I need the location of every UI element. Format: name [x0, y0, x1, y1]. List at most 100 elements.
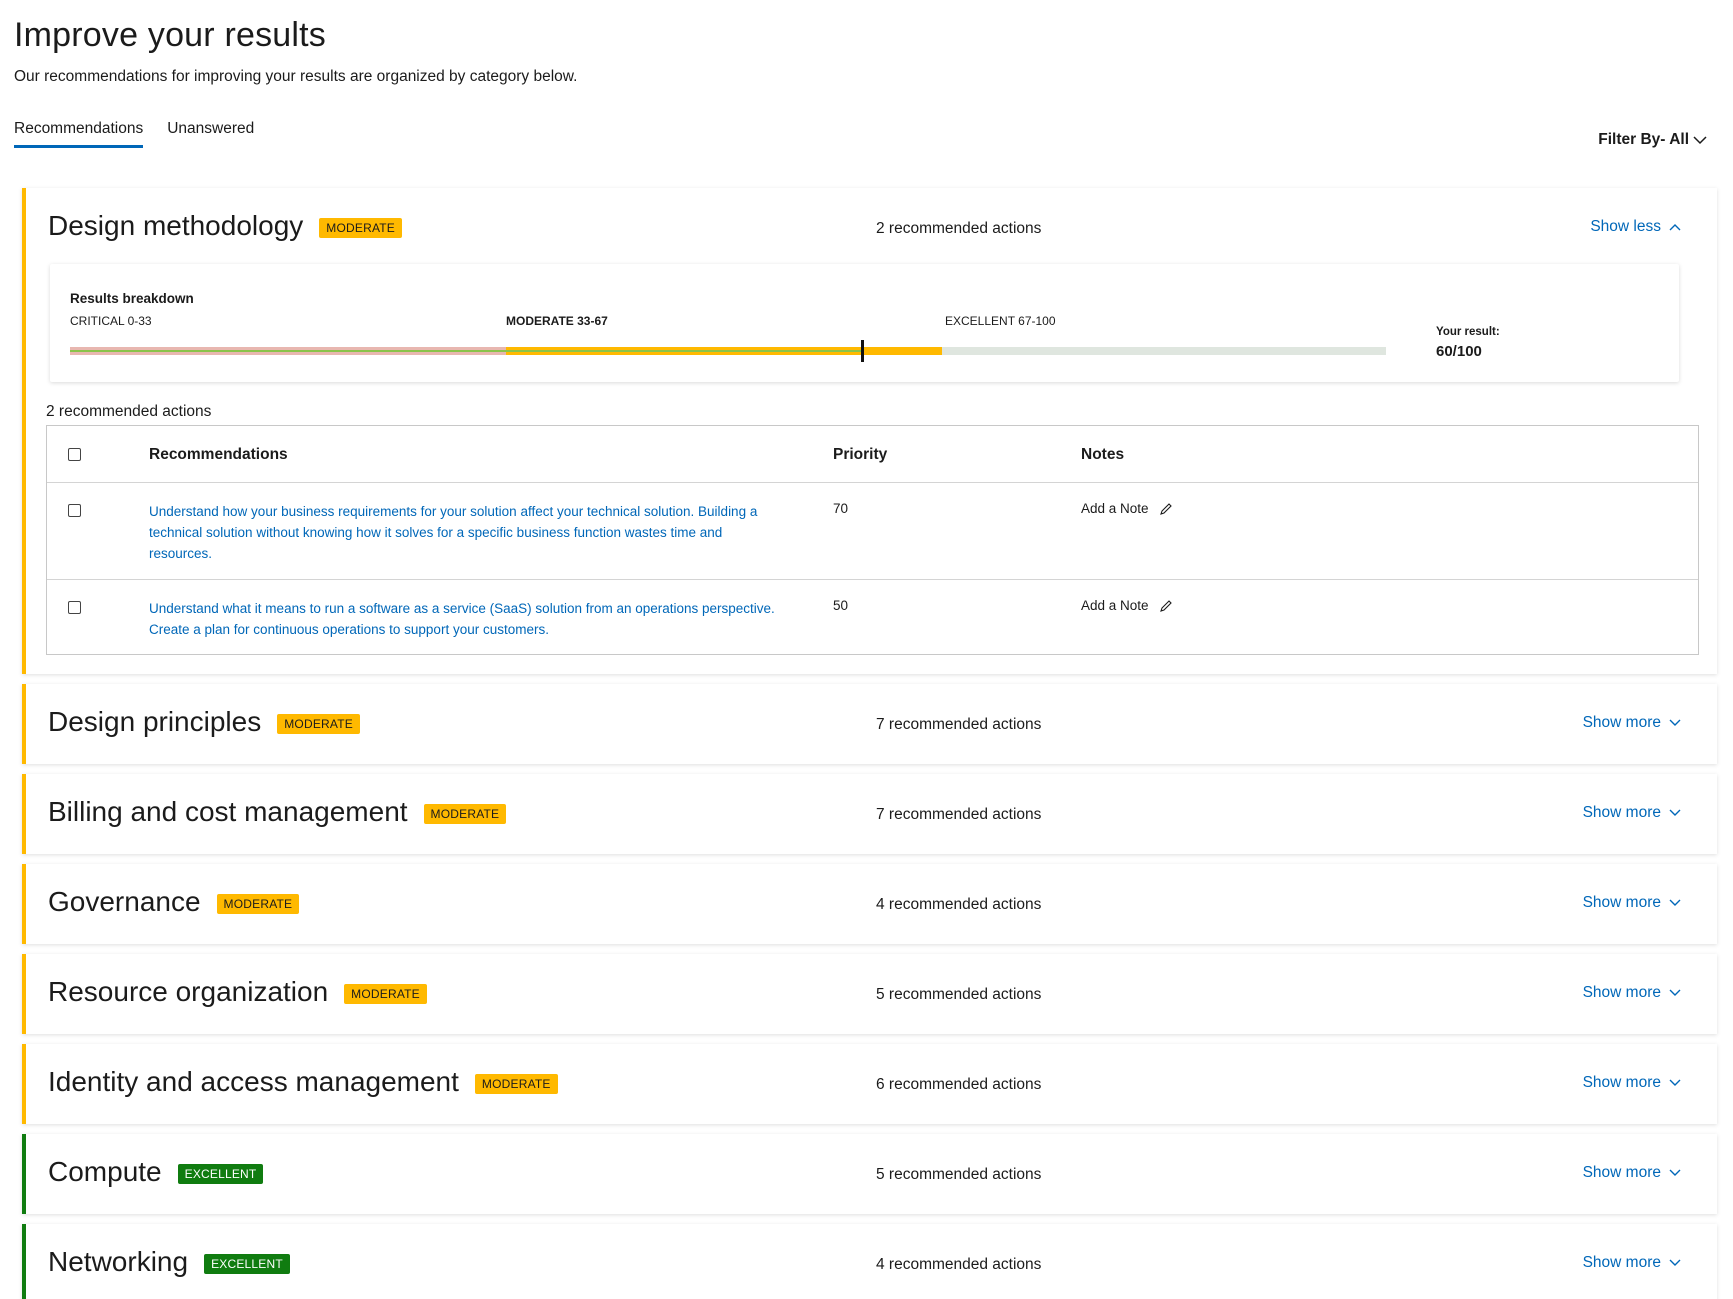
- category-card-resource-organization: Resource organization MODERATE 5 recomme…: [22, 954, 1717, 1034]
- category-title: Governance MODERATE: [48, 886, 300, 918]
- show-more-button[interactable]: Show more: [1583, 894, 1681, 912]
- show-more-button[interactable]: Show more: [1583, 1074, 1681, 1092]
- page-subtitle: Our recommendations for improving your r…: [14, 68, 578, 85]
- recommended-actions-count: 5 recommended actions: [876, 986, 1042, 1003]
- chevron-down-icon: [1669, 1259, 1681, 1266]
- status-badge: MODERATE: [277, 714, 360, 734]
- chevron-down-icon: [1669, 899, 1681, 906]
- status-badge: MODERATE: [216, 894, 300, 914]
- score-bar-critical-progress: [70, 350, 506, 352]
- score-bar-excellent-segment: [942, 347, 1386, 355]
- score-bar-moderate-progress: [506, 350, 862, 352]
- column-header-recommendations: Recommendations: [149, 446, 288, 463]
- status-badge: MODERATE: [319, 218, 402, 238]
- category-title: Design principles MODERATE: [48, 706, 360, 738]
- category-card-design-principles: Design principles MODERATE 7 recommended…: [22, 684, 1717, 764]
- toggle-label: Show less: [1590, 218, 1661, 235]
- category-card-identity-access: Identity and access management MODERATE …: [22, 1044, 1717, 1124]
- table-header-row: Recommendations Priority Notes: [47, 426, 1698, 483]
- chevron-down-icon: [1693, 136, 1707, 145]
- chevron-down-icon: [1669, 719, 1681, 726]
- table-row: Understand what it means to run a softwa…: [47, 580, 1698, 654]
- table-row: Understand how your business requirement…: [47, 483, 1698, 580]
- category-header: Governance MODERATE 4 recommended action…: [26, 864, 1717, 944]
- status-badge: MODERATE: [423, 804, 507, 824]
- recommended-actions-count: 2 recommended actions: [876, 220, 1042, 237]
- range-moderate-label: MODERATE 33-67: [506, 314, 608, 328]
- breakdown-title: Results breakdown: [70, 291, 194, 306]
- tab-recommendations[interactable]: Recommendations: [14, 120, 144, 148]
- priority-value: 70: [833, 501, 849, 516]
- toggle-label: Show more: [1582, 1164, 1661, 1181]
- toggle-label: Show more: [1582, 804, 1661, 821]
- add-note-label: Add a Note: [1081, 598, 1149, 613]
- show-more-button[interactable]: Show more: [1583, 1164, 1681, 1182]
- select-all-checkbox[interactable]: [68, 448, 81, 461]
- category-title: Design methodology MODERATE: [48, 210, 402, 242]
- add-note-label: Add a Note: [1081, 501, 1149, 516]
- column-header-priority: Priority: [833, 446, 888, 463]
- your-result-label: Your result:: [1436, 326, 1500, 338]
- column-header-notes: Notes: [1081, 446, 1125, 463]
- tab-unanswered[interactable]: Unanswered: [167, 120, 254, 148]
- filter-dropdown[interactable]: Filter By- All: [1598, 131, 1707, 149]
- row-checkbox[interactable]: [68, 601, 81, 614]
- category-header: Resource organization MODERATE 5 recomme…: [26, 954, 1717, 1034]
- recommended-actions-count: 7 recommended actions: [876, 716, 1042, 733]
- chevron-up-icon: [1669, 224, 1681, 231]
- recommended-actions-count: 6 recommended actions: [876, 1076, 1042, 1093]
- recommendation-link[interactable]: Understand how your business requirement…: [149, 501, 789, 564]
- score-marker: [861, 340, 864, 362]
- show-more-button[interactable]: Show more: [1583, 804, 1681, 822]
- chevron-down-icon: [1669, 809, 1681, 816]
- category-header: Identity and access management MODERATE …: [26, 1044, 1717, 1124]
- recommended-actions-count: 5 recommended actions: [876, 1166, 1042, 1183]
- category-card-compute: Compute EXCELLENT 5 recommended actions …: [22, 1134, 1717, 1214]
- range-excellent-label: EXCELLENT 67-100: [945, 314, 1056, 328]
- status-badge: EXCELLENT: [177, 1164, 264, 1184]
- show-less-button[interactable]: Show less: [1590, 218, 1681, 236]
- category-title: Billing and cost management MODERATE: [48, 796, 507, 828]
- your-result-value: 60/100: [1436, 343, 1482, 360]
- category-name: Billing and cost management: [48, 796, 408, 827]
- category-name: Networking: [48, 1246, 189, 1277]
- category-header: Networking EXCELLENT 4 recommended actio…: [26, 1224, 1717, 1299]
- recommendation-link[interactable]: Understand what it means to run a softwa…: [149, 598, 789, 640]
- category-name: Design principles: [48, 706, 262, 737]
- status-badge: MODERATE: [474, 1074, 558, 1094]
- filter-label: Filter By- All: [1598, 131, 1689, 148]
- score-bar: [70, 340, 1386, 362]
- pencil-icon: [1159, 599, 1172, 612]
- chevron-down-icon: [1669, 1169, 1681, 1176]
- recommended-actions-count: 7 recommended actions: [876, 806, 1042, 823]
- recommended-actions-count: 4 recommended actions: [876, 896, 1042, 913]
- category-name: Resource organization: [48, 976, 329, 1007]
- category-name: Design methodology: [48, 210, 304, 241]
- category-header: Design principles MODERATE 7 recommended…: [26, 684, 1717, 764]
- category-header: Compute EXCELLENT 5 recommended actions …: [26, 1134, 1717, 1214]
- category-header: Design methodology MODERATE 2 recommende…: [26, 188, 1717, 268]
- tab-bar: Recommendations Unanswered: [14, 120, 254, 148]
- range-critical-label: CRITICAL 0-33: [70, 314, 152, 328]
- chevron-down-icon: [1669, 1079, 1681, 1086]
- show-more-button[interactable]: Show more: [1583, 1254, 1681, 1272]
- priority-value: 50: [833, 598, 849, 613]
- page-title: Improve your results: [14, 16, 326, 54]
- category-header: Billing and cost management MODERATE 7 r…: [26, 774, 1717, 854]
- row-checkbox[interactable]: [68, 504, 81, 517]
- add-note-button[interactable]: Add a Note: [1081, 501, 1173, 516]
- category-card-networking: Networking EXCELLENT 4 recommended actio…: [22, 1224, 1717, 1299]
- chevron-down-icon: [1669, 989, 1681, 996]
- category-name: Compute: [48, 1156, 162, 1187]
- add-note-button[interactable]: Add a Note: [1081, 598, 1173, 613]
- toggle-label: Show more: [1582, 984, 1661, 1001]
- category-name: Identity and access management: [48, 1066, 459, 1097]
- toggle-label: Show more: [1582, 1254, 1661, 1271]
- toggle-label: Show more: [1582, 714, 1661, 731]
- toggle-label: Show more: [1582, 1074, 1661, 1091]
- status-badge: EXCELLENT: [204, 1254, 290, 1274]
- recommendations-table: Recommendations Priority Notes Understan…: [46, 425, 1699, 655]
- show-more-button[interactable]: Show more: [1583, 984, 1681, 1002]
- actions-section-label: 2 recommended actions: [46, 403, 212, 420]
- show-more-button[interactable]: Show more: [1583, 714, 1681, 732]
